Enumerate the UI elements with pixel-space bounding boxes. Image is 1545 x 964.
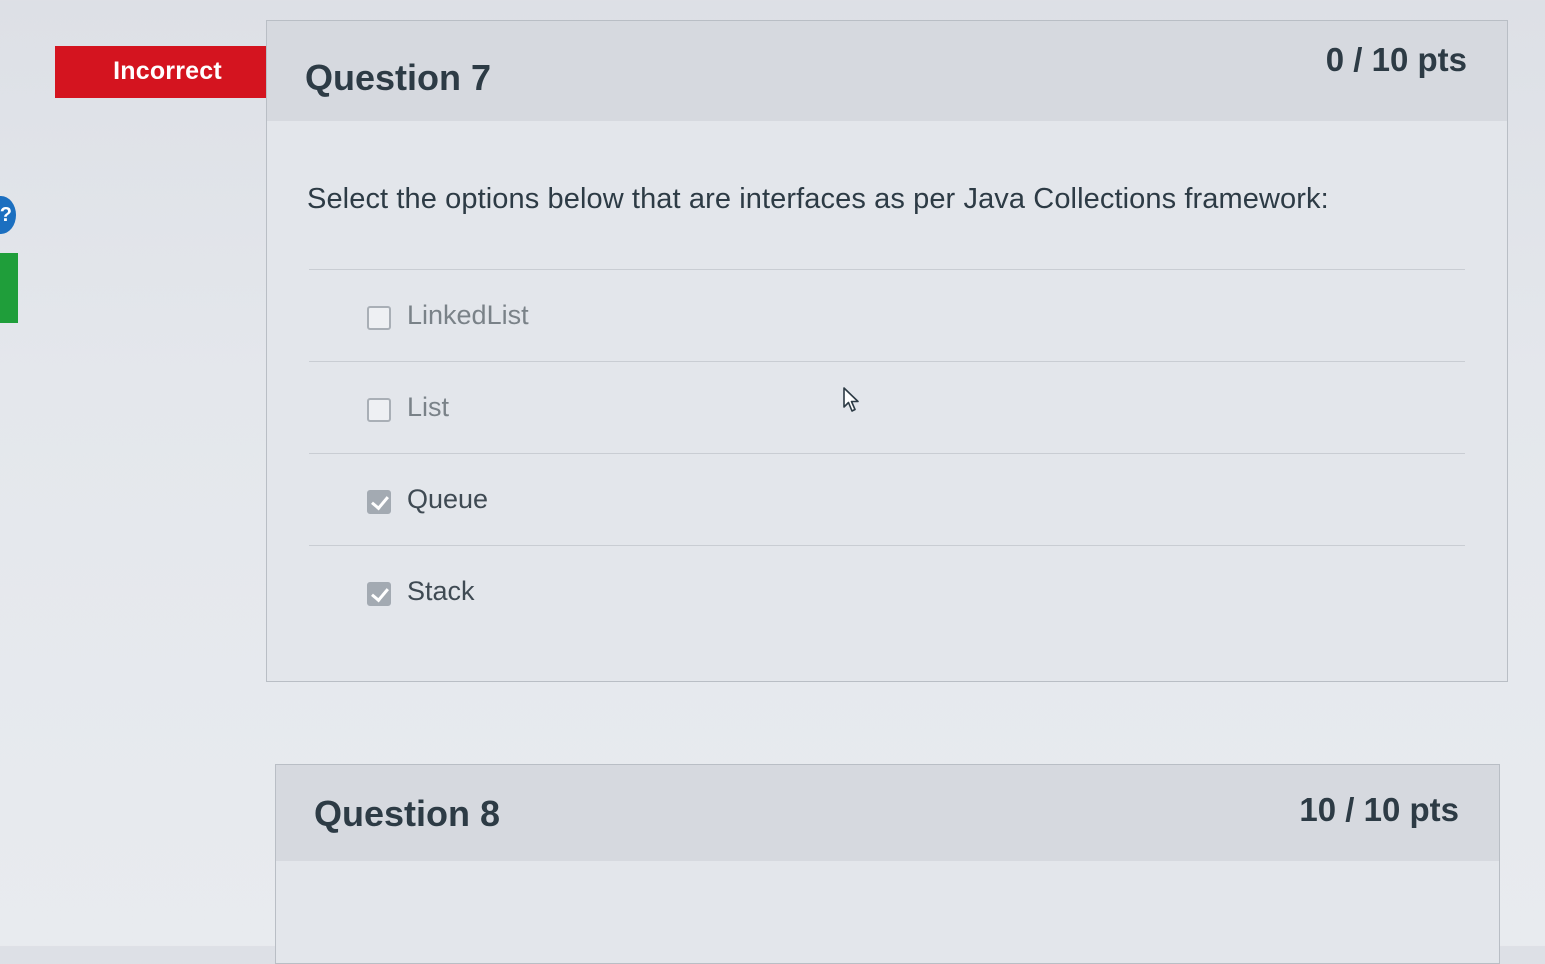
question-mark-icon[interactable]: ? — [0, 196, 16, 234]
checkbox-checked[interactable] — [367, 490, 391, 514]
question-card-8: Question 8 10 / 10 pts — [275, 764, 1500, 964]
incorrect-flag-label: Incorrect — [113, 57, 222, 85]
checkbox-unchecked[interactable] — [367, 398, 391, 422]
incorrect-flag: Incorrect — [55, 46, 295, 98]
progress-accent-bar — [0, 253, 18, 323]
answer-option[interactable]: Queue — [309, 453, 1465, 545]
question-title: Question 7 — [305, 57, 492, 98]
answer-option[interactable]: Stack — [309, 545, 1465, 637]
answer-label: LinkedList — [407, 300, 529, 330]
question-card-7: Question 7 0 / 10 pts Select the options… — [266, 20, 1508, 682]
question-title: Question 8 — [314, 793, 501, 834]
question-body: Select the options below that are interf… — [267, 121, 1507, 681]
question-points: 10 / 10 pts — [1299, 791, 1459, 828]
answer-label: List — [407, 392, 450, 422]
question-prompt: Select the options below that are interf… — [307, 183, 1329, 215]
answer-option[interactable]: LinkedList — [309, 269, 1465, 361]
question-points: 0 / 10 pts — [1325, 41, 1467, 78]
answer-list: LinkedList List Queue Stack — [309, 269, 1465, 637]
answer-option[interactable]: List — [309, 361, 1465, 453]
checkbox-unchecked[interactable] — [367, 306, 391, 330]
checkbox-checked[interactable] — [367, 582, 391, 606]
question-body — [276, 861, 1499, 963]
question-header: Question 7 0 / 10 pts — [267, 21, 1507, 122]
question-header: Question 8 10 / 10 pts — [276, 765, 1499, 862]
answer-label: Queue — [407, 484, 489, 514]
mouse-pointer-icon — [843, 387, 859, 412]
answer-label: Stack — [407, 576, 475, 606]
